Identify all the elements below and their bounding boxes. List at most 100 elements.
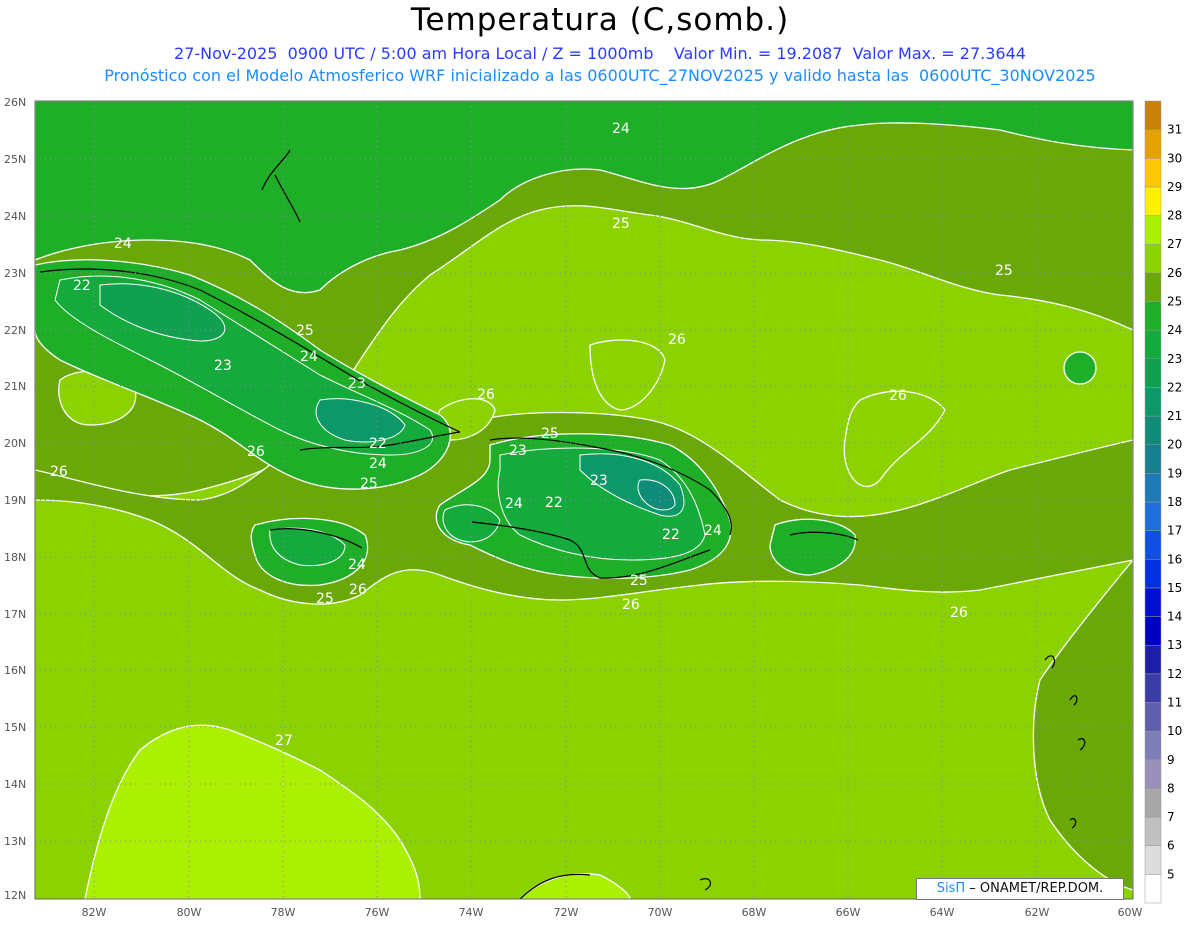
colorbar-swatch bbox=[1144, 816, 1162, 846]
lat-tick-label: 24N bbox=[4, 210, 26, 223]
colorbar-label: 17 bbox=[1167, 524, 1182, 538]
contour-label: 25 bbox=[296, 323, 314, 339]
colorbar-label: 18 bbox=[1167, 495, 1182, 509]
lat-tick-label: 15N bbox=[4, 721, 26, 734]
colorbar-label: 14 bbox=[1167, 610, 1182, 624]
lat-tick-label: 20N bbox=[4, 437, 26, 450]
colorbar-label: 25 bbox=[1167, 295, 1182, 309]
lon-tick-label: 62W bbox=[1025, 906, 1050, 919]
contour-label: 26 bbox=[889, 388, 907, 404]
lon-tick-label: 80W bbox=[177, 906, 202, 919]
colorbar-label: 12 bbox=[1167, 667, 1182, 681]
contour-label: 22 bbox=[545, 495, 563, 511]
contour-label: 24 bbox=[348, 557, 366, 573]
colorbar-swatch bbox=[1144, 759, 1162, 789]
contour-label: 27 bbox=[275, 733, 293, 749]
colorbar-label: 8 bbox=[1167, 781, 1175, 795]
colorbar-label: 31 bbox=[1167, 123, 1182, 137]
longitude-axis: 82W 80W 78W 76W 74W 72W 70W 68W 66W 64W … bbox=[82, 906, 1143, 919]
colorbar-swatch bbox=[1144, 702, 1162, 732]
lat-tick-label: 26N bbox=[4, 96, 26, 109]
colorbar-swatch bbox=[1144, 215, 1162, 245]
temperature-map: 24 22 25 24 23 23 22 24 25 26 24 25 26 2… bbox=[4, 96, 1182, 919]
lat-tick-label: 16N bbox=[4, 664, 26, 677]
colorbar-label: 16 bbox=[1167, 552, 1182, 566]
colorbar-label: 21 bbox=[1167, 409, 1182, 423]
colorbar-swatch bbox=[1144, 129, 1162, 159]
colorbar-label: 27 bbox=[1167, 237, 1182, 251]
lat-tick-label: 19N bbox=[4, 494, 26, 507]
colorbar-swatch bbox=[1144, 272, 1162, 302]
lat-tick-label: 18N bbox=[4, 551, 26, 564]
colorbar-label: 19 bbox=[1167, 466, 1182, 480]
colorbar-label: 24 bbox=[1167, 323, 1182, 337]
lon-tick-label: 68W bbox=[742, 906, 767, 919]
colorbar-swatch bbox=[1144, 616, 1162, 646]
colorbar: 5 6 7 8 9 10 11 12 13 14 15 16 17 18 19 20 21 22 23 24 25 26 2… bbox=[1144, 100, 1182, 904]
credit-box: SisΠ – ONAMET/REP.DOM. bbox=[916, 878, 1124, 900]
colorbar-label: 13 bbox=[1167, 638, 1182, 652]
colorbar-swatch bbox=[1144, 730, 1162, 761]
colorbar-swatch bbox=[1144, 358, 1162, 388]
lon-tick-label: 74W bbox=[459, 906, 484, 919]
colorbar-label: 7 bbox=[1167, 810, 1175, 824]
contour-label: 24 bbox=[505, 496, 523, 512]
colorbar-swatch bbox=[1144, 301, 1162, 331]
contour-label: 26 bbox=[50, 464, 68, 480]
credit-brand: SisΠ bbox=[936, 881, 966, 896]
contour-label: 25 bbox=[541, 426, 559, 442]
colorbar-label: 9 bbox=[1167, 753, 1175, 767]
lon-tick-label: 70W bbox=[648, 906, 673, 919]
colorbar-swatch bbox=[1144, 559, 1162, 589]
colorbar-swatch bbox=[1144, 444, 1162, 474]
contour-label: 26 bbox=[668, 332, 686, 348]
colorbar-swatch bbox=[1144, 100, 1162, 130]
contour-label: 26 bbox=[349, 582, 367, 598]
colorbar-swatch bbox=[1144, 329, 1162, 360]
colorbar-swatch bbox=[1144, 473, 1162, 503]
colorbar-swatch bbox=[1144, 874, 1162, 904]
credit-text: – ONAMET/REP.DOM. bbox=[965, 881, 1104, 896]
lon-tick-label: 72W bbox=[554, 906, 579, 919]
contour-label: 22 bbox=[662, 527, 680, 543]
contour-label: 25 bbox=[995, 263, 1013, 279]
contour-label: 23 bbox=[348, 376, 366, 392]
colorbar-label: 6 bbox=[1167, 839, 1175, 853]
lon-tick-label: 64W bbox=[930, 906, 955, 919]
contour-label: 23 bbox=[509, 443, 527, 459]
colorbar-swatch bbox=[1144, 530, 1162, 560]
colorbar-label: 15 bbox=[1167, 581, 1182, 595]
colorbar-swatch bbox=[1144, 158, 1162, 188]
contour-label: 25 bbox=[360, 476, 378, 492]
contour-label: 25 bbox=[630, 573, 648, 589]
contour-label: 23 bbox=[214, 358, 232, 374]
lat-tick-label: 17N bbox=[4, 608, 26, 621]
colorbar-label: 10 bbox=[1167, 724, 1182, 738]
colorbar-label: 29 bbox=[1167, 180, 1182, 194]
lat-tick-label: 13N bbox=[4, 835, 26, 848]
colorbar-label: 22 bbox=[1167, 380, 1182, 394]
contour-label: 26 bbox=[622, 597, 640, 613]
colorbar-swatch bbox=[1144, 673, 1162, 703]
contour-label: 26 bbox=[477, 387, 495, 403]
contour-label: 24 bbox=[300, 349, 318, 365]
lat-tick-label: 23N bbox=[4, 267, 26, 280]
colorbar-label: 11 bbox=[1167, 696, 1182, 710]
contour-label: 24 bbox=[369, 456, 387, 472]
colorbar-swatch bbox=[1144, 788, 1162, 818]
colorbar-label: 26 bbox=[1167, 266, 1182, 280]
lon-tick-label: 78W bbox=[271, 906, 296, 919]
lat-tick-label: 22N bbox=[4, 324, 26, 337]
contour-label: 24 bbox=[114, 236, 132, 252]
field-24-spot bbox=[1063, 351, 1097, 385]
colorbar-swatch bbox=[1144, 501, 1162, 531]
lon-tick-label: 66W bbox=[836, 906, 861, 919]
colorbar-label: 23 bbox=[1167, 352, 1182, 366]
lat-tick-label: 14N bbox=[4, 778, 26, 791]
lat-tick-label: 21N bbox=[4, 380, 26, 393]
colorbar-label: 30 bbox=[1167, 151, 1182, 165]
shaded-field bbox=[35, 101, 1133, 899]
colorbar-swatch bbox=[1144, 415, 1162, 445]
colorbar-label: 28 bbox=[1167, 209, 1182, 223]
contour-label: 26 bbox=[247, 444, 265, 460]
